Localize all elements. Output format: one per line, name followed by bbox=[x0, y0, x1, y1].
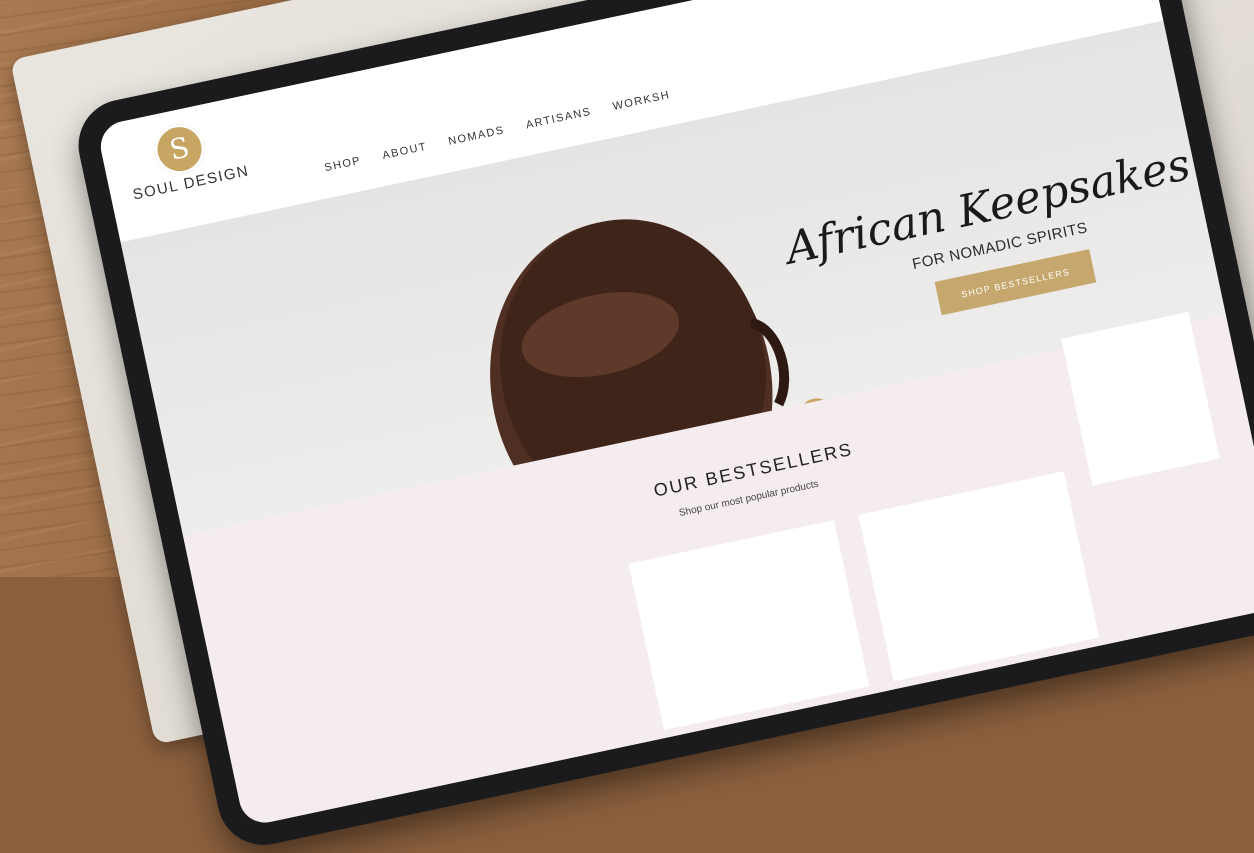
product-card[interactable] bbox=[858, 471, 1100, 682]
tablet-screen: S SOUL DESIGN SHOP ABOUT NOMADS ARTISANS… bbox=[96, 0, 1254, 828]
nav-item-about[interactable]: ABOUT bbox=[381, 141, 428, 162]
tablet-device: S SOUL DESIGN SHOP ABOUT NOMADS ARTISANS… bbox=[70, 0, 1254, 853]
nav-item-shop[interactable]: SHOP bbox=[323, 155, 362, 174]
logo-badge[interactable]: S bbox=[149, 119, 210, 179]
nav-item-artisans[interactable]: ARTISANS bbox=[525, 106, 593, 132]
product-card[interactable] bbox=[1061, 311, 1220, 486]
nav-item-workshops[interactable]: WORKSH bbox=[612, 89, 672, 113]
product-card[interactable] bbox=[628, 520, 870, 731]
nav-item-nomads[interactable]: NOMADS bbox=[447, 124, 506, 148]
